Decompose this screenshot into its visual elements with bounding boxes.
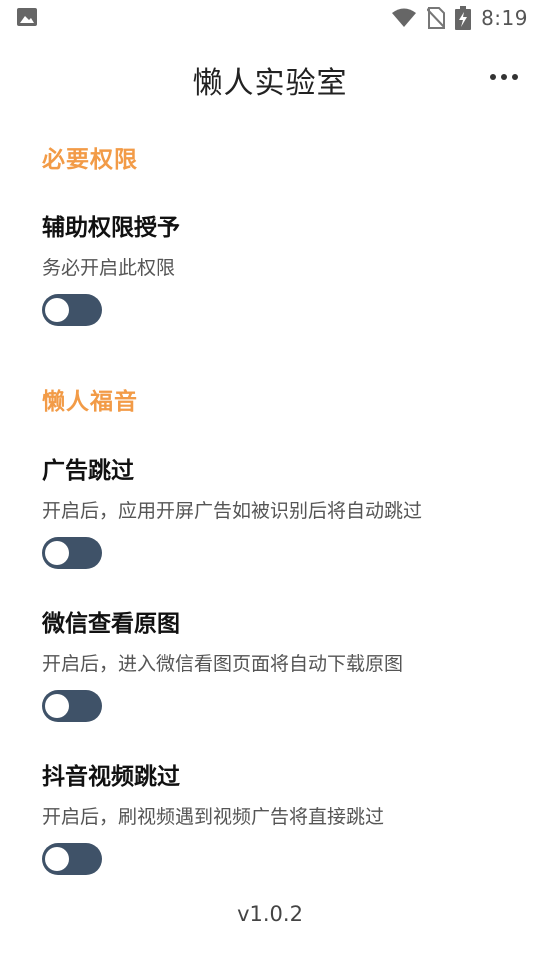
no-sim-icon bbox=[427, 7, 446, 29]
status-right: 8:19 bbox=[391, 5, 528, 31]
section-title: 必要权限 bbox=[42, 147, 138, 173]
toggle-switch[interactable] bbox=[42, 537, 102, 569]
setting-desc: 开启后，进入微信看图页面将自动下载原图 bbox=[42, 653, 404, 675]
status-bar: 8:19 bbox=[0, 0, 540, 36]
setting-title: 抖音视频跳过 bbox=[42, 764, 180, 790]
setting-wechat-original: 微信查看原图 开启后，进入微信看图页面将自动下载原图 bbox=[42, 608, 502, 722]
setting-desc: 开启后，应用开屏广告如被识别后将自动跳过 bbox=[42, 500, 423, 522]
more-horizontal-icon[interactable] bbox=[490, 70, 518, 84]
setting-accessibility: 辅助权限授予 务必开启此权限 bbox=[42, 212, 502, 326]
setting-title: 广告跳过 bbox=[42, 458, 134, 484]
status-time: 8:19 bbox=[481, 6, 528, 30]
app-bar: 懒人实验室 bbox=[0, 36, 540, 120]
toggle-knob bbox=[45, 847, 69, 871]
section-title: 懒人福音 bbox=[42, 389, 138, 415]
toggle-switch[interactable] bbox=[42, 294, 102, 326]
app-title: 懒人实验室 bbox=[192, 66, 348, 101]
battery-charging-icon bbox=[455, 6, 472, 30]
setting-title: 微信查看原图 bbox=[42, 611, 180, 637]
setting-desc: 开启后，刷视频遇到视频广告将直接跳过 bbox=[42, 806, 385, 828]
image-icon bbox=[17, 8, 37, 26]
settings-list: 必要权限 辅助权限授予 务必开启此权限 懒人福音 广告跳过 开启后，应用开屏广告… bbox=[42, 120, 502, 875]
wifi-icon bbox=[392, 8, 417, 27]
setting-desc: 务必开启此权限 bbox=[42, 257, 176, 279]
toggle-knob bbox=[45, 694, 69, 718]
setting-ad-skip: 广告跳过 开启后，应用开屏广告如被识别后将自动跳过 bbox=[42, 455, 502, 569]
toggle-switch[interactable] bbox=[42, 690, 102, 722]
setting-title: 辅助权限授予 bbox=[42, 215, 180, 241]
toggle-knob bbox=[45, 298, 69, 322]
version-label: v1.0.2 bbox=[237, 902, 303, 926]
setting-douyin-skip: 抖音视频跳过 开启后，刷视频遇到视频广告将直接跳过 bbox=[42, 761, 502, 875]
toggle-switch[interactable] bbox=[42, 843, 102, 875]
toggle-knob bbox=[45, 541, 69, 565]
